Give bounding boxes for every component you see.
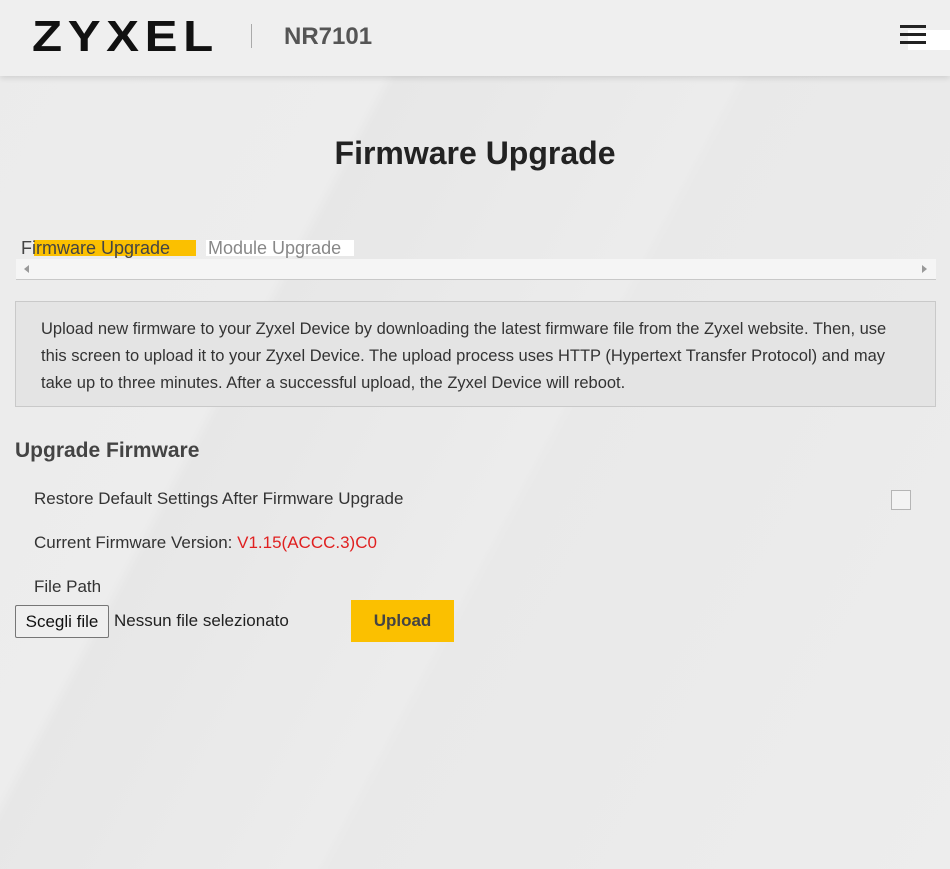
upload-button[interactable]: Upload [351, 600, 454, 642]
tab-strip: Firmware Upgrade Module Upgrade [16, 236, 936, 280]
tab-label: Module Upgrade [208, 238, 342, 258]
section-title: Upgrade Firmware [15, 439, 200, 462]
hamburger-icon[interactable] [900, 25, 930, 49]
file-status-text: Nessun file selezionato [114, 611, 289, 630]
choose-file-button[interactable]: Scegli file [15, 605, 109, 638]
tab-firmware-upgrade[interactable]: Firmware Upgrade [21, 236, 196, 260]
zyxel-logo: ZYXEL [32, 12, 219, 61]
file-path-label: File Path [34, 577, 102, 596]
restore-default-label: Restore Default Settings After Firmware … [34, 489, 404, 508]
scroll-left-icon[interactable] [24, 265, 29, 273]
info-box: Upload new firmware to your Zyxel Device… [15, 301, 936, 407]
info-text: Upload new firmware to your Zyxel Device… [41, 320, 887, 392]
scroll-right-icon[interactable] [922, 265, 927, 273]
tab-label: Firmware Upgrade [21, 238, 171, 258]
firmware-version-label: Current Firmware Version: [34, 533, 233, 552]
firmware-version-value: V1.15(ACCC.3)C0 [237, 533, 377, 552]
tab-module-upgrade[interactable]: Module Upgrade [206, 236, 354, 260]
page-title: Firmware Upgrade [334, 135, 616, 171]
firmware-version-row: Current Firmware Version: V1.15(ACCC.3)C… [34, 531, 377, 555]
restore-default-checkbox[interactable] [891, 490, 911, 510]
device-model: NR7101 [284, 23, 373, 50]
tab-scrollbar[interactable] [16, 259, 936, 280]
header-divider [251, 24, 252, 48]
top-header: ZYXEL NR7101 [0, 0, 950, 76]
